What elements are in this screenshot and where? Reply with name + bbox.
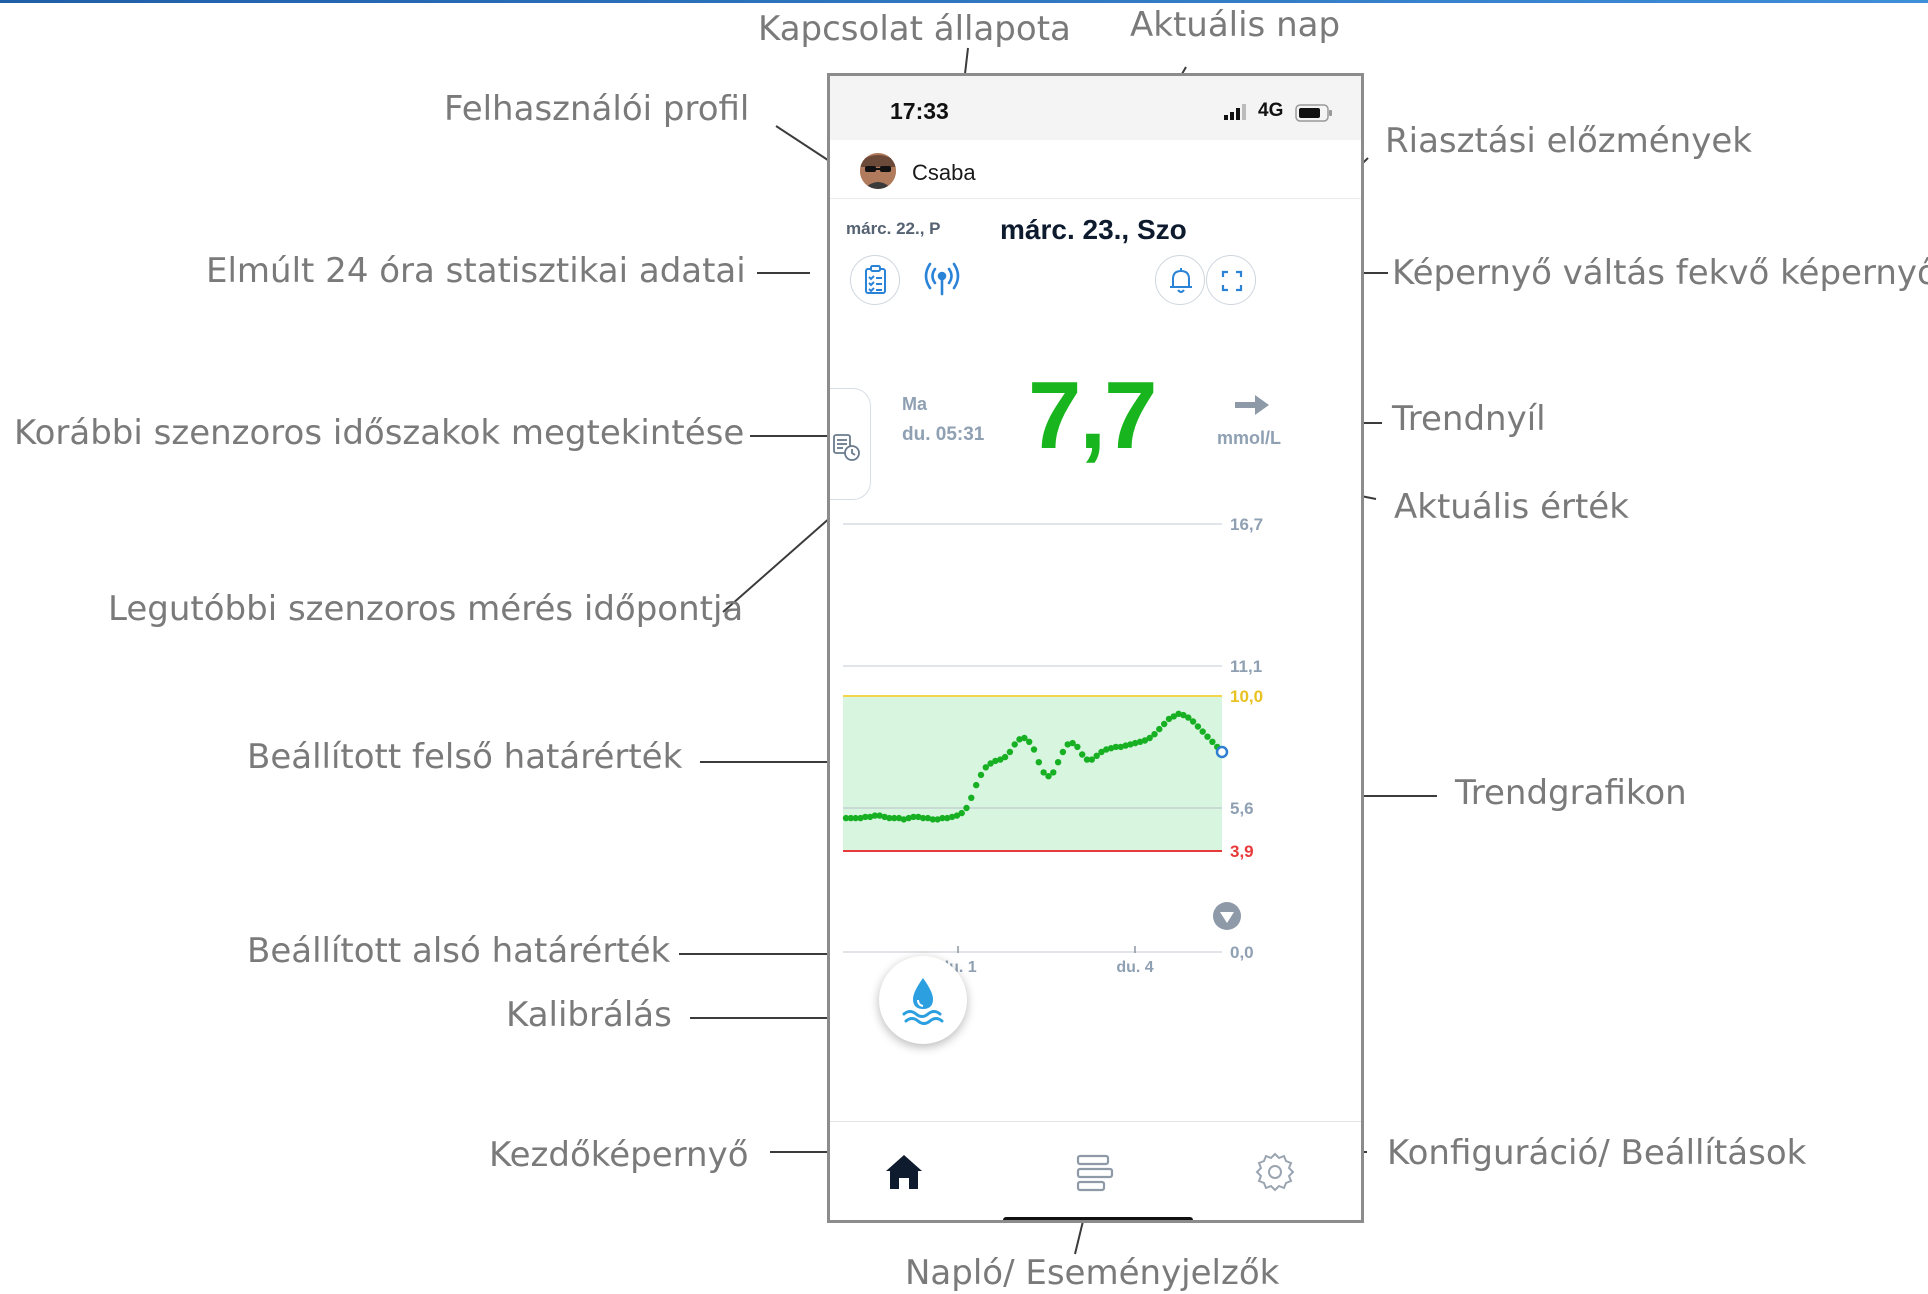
home-indicator [1003,1217,1193,1220]
bell-icon [1170,268,1192,293]
glucose-point [1209,738,1216,745]
annotation-home-screen: Kezdőképernyő [489,1135,749,1175]
previous-sensor-periods-tab[interactable] [830,388,871,500]
glucose-point [1050,769,1057,776]
battery-icon [1295,104,1332,122]
landscape-switch-button[interactable] [1206,255,1256,305]
annotation-current-day: Aktuális nap [1130,5,1341,45]
blood-drop-icon [902,978,944,1025]
last-glucose-point [1215,745,1229,759]
glucose-point [1030,746,1038,753]
avatar-image [860,153,896,189]
measurement-time: du. 05:31 [902,424,985,445]
annotation-log: Napló/ Eseményjelzők [905,1253,1280,1293]
glucose-point [1194,723,1202,730]
annotation-connection-status: Kapcsolat állapota [758,9,1071,49]
trend-arrow-icon [1235,395,1269,415]
previous-day-tab[interactable]: márc. 22., P [846,219,941,239]
clipboard-checklist-icon [865,265,886,294]
current-glucose-value: 7,7 [1028,362,1157,469]
glucose-point [963,804,970,812]
calibration-button[interactable] [879,956,967,1044]
signal-icon [1224,104,1246,120]
annotation-trend-graph: Trendgrafikon [1455,773,1687,813]
annotation-upper-limit: Beállított felső határérték [247,737,683,777]
annotation-calibration: Kalibrálás [506,995,672,1035]
glucose-point [1079,751,1086,758]
glucose-point [968,794,975,801]
y-tick-label-5-6: 5,6 [1230,799,1254,818]
avatar[interactable] [860,153,896,189]
glucose-point [1189,718,1197,725]
annotation-current-value: Aktuális érték [1394,487,1629,527]
x-tick-label-du-4: du. 4 [1116,959,1153,976]
y-tick-label-16-7: 16,7 [1230,516,1263,534]
antenna-icon[interactable] [920,258,964,302]
annotation-stats-24h: Elmúlt 24 óra statisztikai adatai [206,251,746,291]
history-document-icon [833,434,860,461]
gear-icon[interactable] [1251,1148,1299,1196]
glucose-point [1199,728,1206,735]
glucose-point [973,781,980,789]
phone-screen: 17:33 4G Csaba márc. 22., P márc. 23., S… [827,73,1364,1223]
glucose-point [1001,753,1009,761]
y-tick-label-10-0: 10,0 [1230,687,1263,706]
status-time: 17:33 [890,98,949,124]
glucose-point [1204,733,1211,740]
glucose-point [1054,759,1062,766]
glucose-point [1006,748,1014,756]
annotation-lower-limit: Beállított alsó határérték [247,931,671,971]
user-name[interactable]: Csaba [912,160,976,186]
glucose-point [1074,743,1081,751]
glucose-point [1059,748,1067,756]
alarm-history-button[interactable] [1155,255,1205,305]
network-type: 4G [1258,100,1284,121]
annotation-trend-arrow: Trendnyíl [1392,399,1546,439]
user-profile-row[interactable] [830,140,1361,199]
y-tick-label-0-0: 0,0 [1230,943,1254,962]
target-range-band [843,696,1222,851]
annotation-settings: Konfiguráció/ Beállítások [1387,1133,1807,1173]
annotation-alarm-history: Riasztási előzmények [1385,121,1752,161]
measurement-day: Ma [902,394,928,414]
scroll-down-icon[interactable] [1213,902,1241,930]
home-icon[interactable] [880,1148,928,1196]
expand-icon [1221,270,1243,292]
stats-24h-button[interactable] [850,255,900,305]
y-tick-label-3-9: 3,9 [1230,842,1254,861]
glucose-point [1035,759,1042,766]
log-icon[interactable] [1071,1148,1119,1200]
annotation-user-profile: Felhasználói profil [444,89,750,129]
annotation-last-measurement-time: Legutóbbi szenzoros mérés időpontja [108,589,744,629]
glucose-point [977,771,985,779]
current-day-title: márc. 23., Szo [1000,214,1187,245]
glucose-point [1151,731,1158,738]
bottom-navigation [830,1121,1361,1220]
status-bar: 17:33 4G [830,76,1361,140]
glucose-unit: mmol/L [1217,428,1282,448]
annotation-landscape-switch: Képernyő váltás fekvő képernyőre [1392,253,1928,293]
glucose-point [1011,741,1018,748]
glucose-point [958,809,965,817]
annotation-previous-sensor-periods: Korábbi szenzoros időszakok megtekintése [14,413,745,453]
glucose-point [1161,720,1168,728]
trend-graph: 16,7 11,1 10,0 5,6 3,9 0,0 du. 1 du. 4 [842,516,1263,976]
glucose-point [1156,725,1163,733]
glucose-point [1026,738,1033,745]
y-tick-label-11-1: 11,1 [1230,657,1262,676]
